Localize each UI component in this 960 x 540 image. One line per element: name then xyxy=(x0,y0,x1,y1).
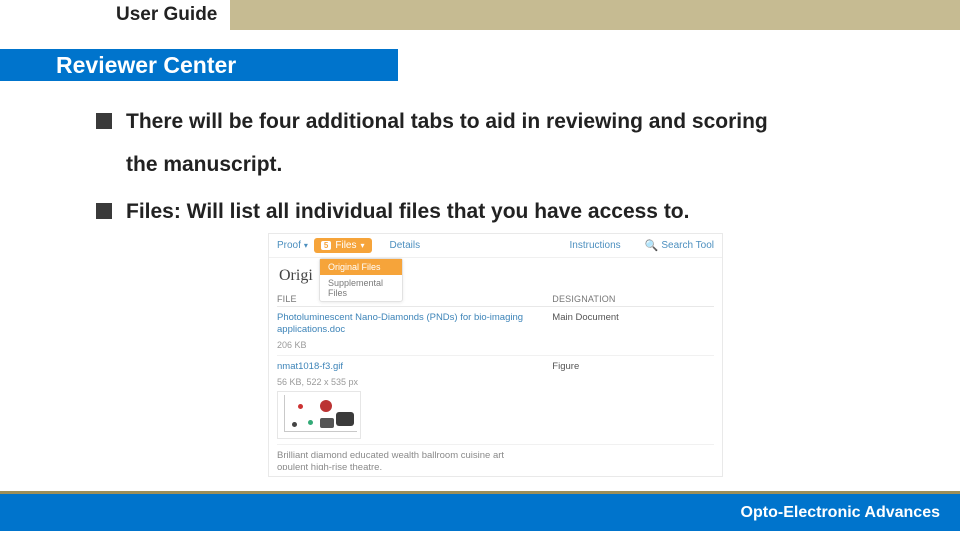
search-tool[interactable]: 🔍 Search Tool xyxy=(645,239,714,252)
proof-tab-label: Proof xyxy=(277,240,301,251)
thumb-shape xyxy=(320,400,332,412)
file-link[interactable]: Photoluminescent Nano-Diamonds (PNDs) fo… xyxy=(277,312,552,336)
bullet-2: Files: Will list all individual files th… xyxy=(96,193,930,232)
dropdown-item-original[interactable]: Original Files xyxy=(320,259,402,275)
bullet-1-line1: There will be four additional tabs to ai… xyxy=(126,110,768,133)
bullet-1: There will be four additional tabs to ai… xyxy=(96,103,930,185)
user-guide-label: User Guide xyxy=(116,4,217,26)
bullet-1-line2: the manuscript. xyxy=(126,146,930,185)
screenshot-toolbar: Proof ▾ 5 Files ▾ Details Instructions 🔍… xyxy=(269,234,722,258)
designation-cell: Figure xyxy=(552,361,714,373)
partial-heading: Origi xyxy=(279,267,313,285)
col-header-designation: DESIGNATION xyxy=(552,294,714,304)
thumb-dot xyxy=(292,422,297,427)
designation-cell xyxy=(552,450,714,470)
embedded-screenshot: Proof ▾ 5 Files ▾ Details Instructions 🔍… xyxy=(268,233,723,477)
file-meta: 206 KB xyxy=(277,340,714,350)
slide-root: User Guide Reviewer Center There will be… xyxy=(0,0,960,540)
instructions-tab[interactable]: Instructions xyxy=(570,240,621,251)
search-icon: 🔍 xyxy=(645,239,659,252)
square-bullet-icon xyxy=(96,203,112,219)
files-tab-label: Files xyxy=(335,240,356,251)
section-title: Reviewer Center xyxy=(56,52,236,79)
top-bar-white-segment: User Guide xyxy=(0,0,230,30)
section-title-bar: Reviewer Center xyxy=(0,49,398,81)
files-tab[interactable]: 5 Files ▾ xyxy=(314,238,372,253)
table-row: nmat1018-f3.gif Figure 56 KB, 522 x 535 … xyxy=(277,356,714,445)
table-row: Brilliant diamond educated wealth ballro… xyxy=(277,445,714,470)
square-bullet-icon xyxy=(96,113,112,129)
footer-brand: Opto-Electronic Advances xyxy=(741,504,940,522)
thumb-y-axis xyxy=(284,395,285,432)
caption-line1: Brilliant diamond educated wealth ballro… xyxy=(277,450,504,461)
caption-line2: opulent high-rise theatre. xyxy=(277,462,382,471)
files-count-badge: 5 xyxy=(321,241,331,250)
dropdown-item-supplemental[interactable]: Supplemental Files xyxy=(320,275,402,301)
thumb-shape xyxy=(320,418,334,428)
proof-tab[interactable]: Proof ▾ xyxy=(277,240,308,251)
footer-bar: Opto-Electronic Advances xyxy=(0,494,960,531)
thumb-dot xyxy=(298,404,303,409)
bullet-2-text: Files: Will list all individual files th… xyxy=(126,200,689,223)
caret-down-icon: ▾ xyxy=(304,241,308,250)
thumb-shape xyxy=(336,412,354,426)
file-meta: 56 KB, 522 x 535 px xyxy=(277,377,714,387)
details-tab[interactable]: Details xyxy=(390,240,421,251)
figure-thumbnail[interactable] xyxy=(277,391,361,439)
search-tool-label: Search Tool xyxy=(661,240,714,251)
file-link[interactable]: nmat1018-f3.gif xyxy=(277,361,552,373)
caption-text: Brilliant diamond educated wealth ballro… xyxy=(277,450,552,470)
file-name-line2: applications.doc xyxy=(277,324,345,335)
table-row: Photoluminescent Nano-Diamonds (PNDs) fo… xyxy=(277,307,714,356)
content-region: There will be four additional tabs to ai… xyxy=(96,103,930,240)
files-table: FILE DESIGNATION Photoluminescent Nano-D… xyxy=(277,292,714,470)
thumb-dot xyxy=(308,420,313,425)
file-name-line1: Photoluminescent Nano-Diamonds (PNDs) fo… xyxy=(277,312,523,323)
files-dropdown: Original Files Supplemental Files xyxy=(319,258,403,302)
designation-cell: Main Document xyxy=(552,312,714,336)
thumb-x-axis xyxy=(284,431,357,432)
caret-down-icon: ▾ xyxy=(361,241,365,250)
